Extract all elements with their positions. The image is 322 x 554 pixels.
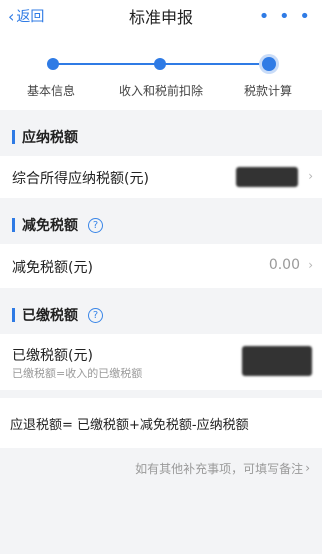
refund-formula: 应退税额= 已缴税额+减免税额-应纳税额: [0, 398, 322, 448]
page-title: 标准申报: [128, 8, 193, 27]
top-nav-bar: ‹ 返回 标准申报 • • •: [0, 0, 322, 32]
section-accent-bar: [12, 218, 15, 232]
step-label-income: 收入和税前扣除: [119, 84, 204, 98]
step-dot-income: [154, 58, 166, 70]
reduction-tax-label: 减免税额(元): [12, 260, 93, 276]
help-icon[interactable]: ?: [88, 217, 103, 233]
paid-tax-subtext: 已缴税额=收入的已缴税额: [12, 367, 143, 380]
step-label-tax-calc: 税款计算: [244, 84, 293, 98]
reduction-tax-row[interactable]: 减免税额(元) 0.00 ›: [0, 244, 322, 288]
step-dot-basic-info: [47, 58, 59, 70]
section-title: 减免税额: [22, 218, 78, 234]
step-label-basic-info: 基本信息: [27, 84, 76, 98]
help-icon[interactable]: ?: [88, 307, 103, 323]
progress-steps: 基本信息 收入和税前扣除 税款计算: [0, 32, 322, 110]
remark-hint: 如有其他补充事项，可填写备注: [135, 461, 304, 476]
section-header-reduction: 减免税额 ?: [0, 206, 322, 244]
chevron-left-icon: ‹: [8, 6, 15, 26]
paid-tax-row[interactable]: 已缴税额(元) 已缴税额=收入的已缴税额: [0, 334, 322, 390]
redacted-value: [236, 167, 298, 187]
paid-tax-label: 已缴税额(元): [12, 348, 93, 364]
add-remark-link[interactable]: 如有其他补充事项，可填写备注 ›: [0, 448, 322, 488]
redacted-value: [242, 346, 312, 376]
payable-tax-row[interactable]: 综合所得应纳税额(元) ›: [0, 156, 322, 198]
back-label: 返回: [16, 9, 45, 25]
payable-tax-label: 综合所得应纳税额(元): [12, 171, 149, 187]
section-header-payable: 应纳税额: [0, 118, 322, 156]
step-dot-tax-calc: [262, 57, 276, 71]
chevron-right-icon: ›: [308, 258, 313, 272]
chevron-right-icon: ›: [308, 169, 313, 183]
back-button[interactable]: ‹ 返回: [8, 0, 44, 32]
reduction-tax-value: 0.00: [268, 257, 300, 273]
section-accent-bar: [12, 130, 15, 144]
more-options-icon[interactable]: • • •: [259, 0, 312, 32]
section-accent-bar: [12, 308, 15, 322]
section-title: 已缴税额: [22, 308, 78, 324]
section-header-paid: 已缴税额 ?: [0, 296, 322, 334]
chevron-right-icon: ›: [305, 461, 310, 475]
section-title: 应纳税额: [22, 130, 78, 146]
